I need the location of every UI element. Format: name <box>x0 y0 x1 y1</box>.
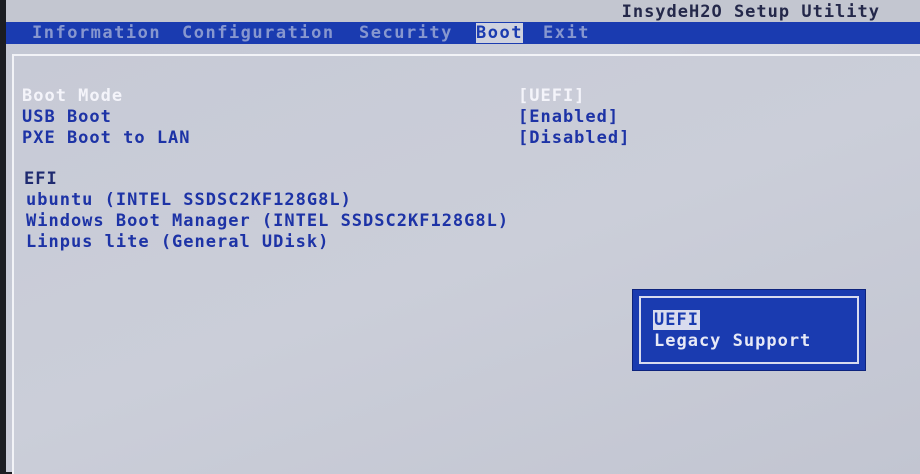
boot-mode-value[interactable]: [UEFI] <box>518 86 585 106</box>
popup-option-uefi[interactable]: UEFI <box>653 310 700 330</box>
tab-configuration[interactable]: Configuration <box>182 23 335 43</box>
tab-boot[interactable]: Boot <box>476 23 523 43</box>
efi-boot-item[interactable]: Linpus lite (General UDisk) <box>26 232 329 252</box>
usb-boot-label[interactable]: USB Boot <box>22 107 112 127</box>
popup-frame: UEFI Legacy Support <box>639 296 859 364</box>
efi-boot-item[interactable]: Windows Boot Manager (INTEL SSDSC2KF128G… <box>26 211 509 231</box>
pxe-boot-value[interactable]: [Disabled] <box>518 128 630 148</box>
boot-settings-panel: Boot Mode [UEFI] USB Boot [Enabled] PXE … <box>12 54 920 474</box>
efi-section-heading: EFI <box>24 169 58 189</box>
efi-boot-item[interactable]: ubuntu (INTEL SSDSC2KF128G8L) <box>26 190 352 210</box>
popup-option-legacy-support[interactable]: Legacy Support <box>654 331 811 351</box>
bios-screen: InsydeH2O Setup Utility Information Conf… <box>6 0 920 474</box>
menu-bar: Information Configuration Security Boot … <box>6 22 920 44</box>
tab-security[interactable]: Security <box>359 23 453 43</box>
pxe-boot-label[interactable]: PXE Boot to LAN <box>22 128 191 148</box>
app-title: InsydeH2O Setup Utility <box>621 2 880 22</box>
title-bar: InsydeH2O Setup Utility <box>6 0 920 22</box>
boot-mode-label[interactable]: Boot Mode <box>22 86 123 106</box>
tab-information[interactable]: Information <box>32 23 161 43</box>
usb-boot-value[interactable]: [Enabled] <box>518 107 619 127</box>
boot-mode-popup: UEFI Legacy Support <box>632 289 866 371</box>
tab-exit[interactable]: Exit <box>543 23 590 43</box>
